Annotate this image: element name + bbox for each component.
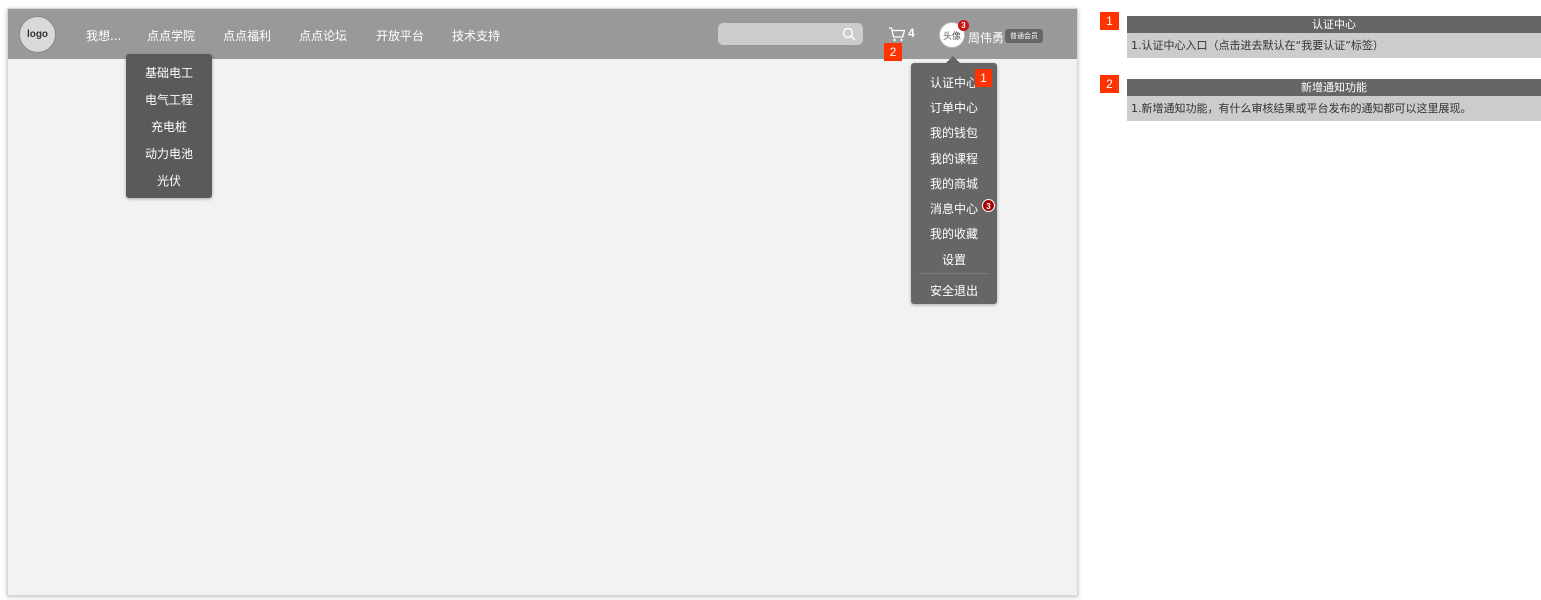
- cart-icon: [889, 27, 906, 42]
- search-icon[interactable]: [842, 27, 856, 41]
- logo[interactable]: logo: [19, 16, 56, 53]
- note-body: 1.新增通知功能，有什么审核结果或平台发布的通知都可以这里展现。: [1127, 96, 1541, 121]
- annotation-note-2: 2 新增通知功能 1.新增通知功能，有什么审核结果或平台发布的通知都可以这里展现…: [1100, 75, 1541, 121]
- nav-item-want[interactable]: 我想...: [86, 27, 121, 44]
- user-name[interactable]: 周伟勇: [968, 29, 1004, 46]
- nav-item-tech-support[interactable]: 技术支持: [452, 27, 500, 44]
- menu-item-basic-electrician[interactable]: 基础电工: [126, 64, 212, 81]
- menu-divider: [919, 273, 989, 274]
- user-dropdown-menu: 认证中心 订单中心 我的钱包 我的课程 我的商城 消息中心 3 我的收藏 设置 …: [911, 63, 997, 304]
- menu-item-photovoltaic[interactable]: 光伏: [126, 172, 212, 189]
- cart-button[interactable]: 4: [888, 25, 924, 45]
- nav-item-welfare[interactable]: 点点福利: [223, 27, 271, 44]
- note-body: 1.认证中心入口（点击进去默认在“我要认证”标签）: [1127, 33, 1541, 58]
- menu-item-my-favorites[interactable]: 我的收藏: [911, 225, 997, 242]
- menu-item-charging-pile[interactable]: 充电桩: [126, 118, 212, 135]
- academy-dropdown-menu: 基础电工 电气工程 充电桩 动力电池 光伏: [126, 54, 212, 198]
- annotation-marker-2: 2: [884, 43, 902, 61]
- nav-item-academy[interactable]: 点点学院: [147, 27, 195, 44]
- note-number: 1: [1100, 12, 1119, 30]
- note-number: 2: [1100, 75, 1119, 93]
- menu-item-power-battery[interactable]: 动力电池: [126, 145, 212, 162]
- note-title: 认证中心: [1127, 16, 1541, 33]
- cart-count: 4: [908, 26, 915, 40]
- menu-item-settings[interactable]: 设置: [911, 251, 997, 268]
- menu-item-my-mall[interactable]: 我的商城: [911, 175, 997, 192]
- prototype-frame: logo 我想... 点点学院 点点福利 点点论坛 开放平台 技术支持 4 头像…: [7, 8, 1078, 596]
- user-menu-arrow: [946, 56, 960, 63]
- note-title: 新增通知功能: [1127, 79, 1541, 96]
- annotation-marker-1: 1: [975, 69, 992, 87]
- menu-item-my-courses[interactable]: 我的课程: [911, 150, 997, 167]
- nav-item-open-platform[interactable]: 开放平台: [376, 27, 424, 44]
- nav-item-forum[interactable]: 点点论坛: [299, 27, 347, 44]
- menu-item-my-wallet[interactable]: 我的钱包: [911, 124, 997, 141]
- menu-item-logout[interactable]: 安全退出: [911, 282, 997, 299]
- menu-item-electrical-engineering[interactable]: 电气工程: [126, 91, 212, 108]
- search-box: [718, 23, 863, 45]
- top-navigation-bar: logo 我想... 点点学院 点点福利 点点论坛 开放平台 技术支持 4 头像…: [8, 9, 1077, 59]
- message-count-badge: 3: [982, 199, 995, 212]
- menu-item-order-center[interactable]: 订单中心: [911, 99, 997, 116]
- member-level-badge: 普通会员: [1005, 29, 1043, 43]
- annotation-note-1: 1 认证中心 1.认证中心入口（点击进去默认在“我要认证”标签）: [1100, 12, 1541, 58]
